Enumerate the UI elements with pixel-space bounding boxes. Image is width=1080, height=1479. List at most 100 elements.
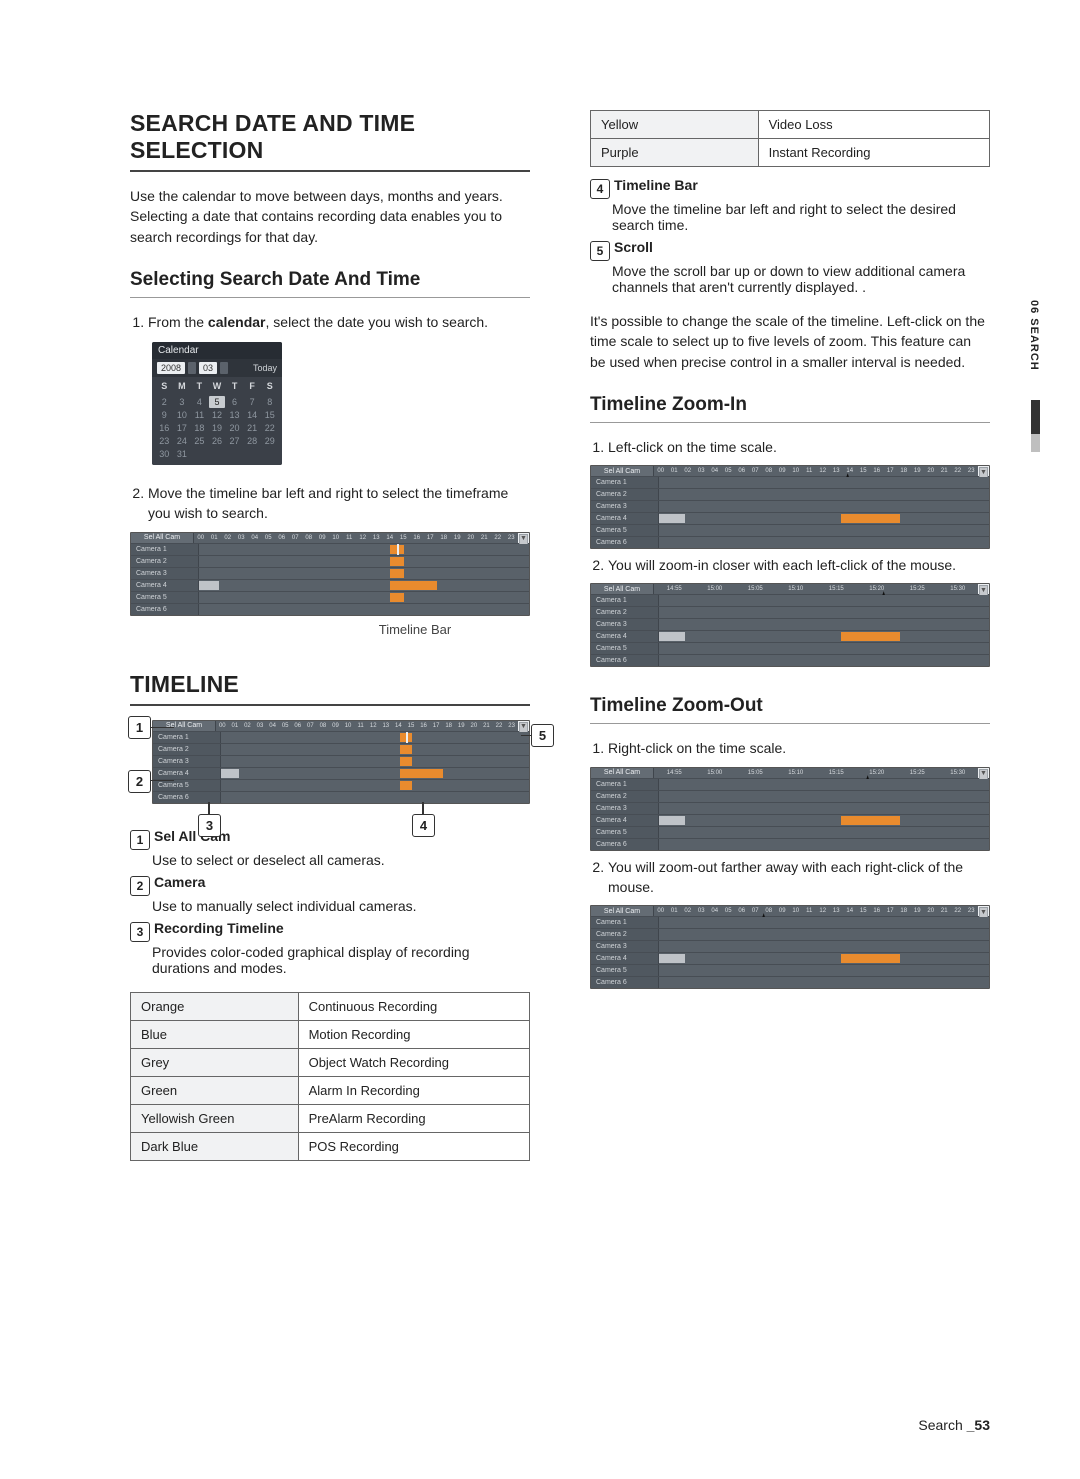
calendar-day[interactable]: 26	[209, 435, 226, 447]
sel-all-cam-button[interactable]: Sel All Cam	[591, 906, 654, 916]
camera-label[interactable]: Camera 2	[153, 744, 221, 755]
camera-label[interactable]: Camera 3	[131, 568, 199, 579]
month-spinner[interactable]	[220, 362, 228, 374]
calendar-day[interactable]: 24	[174, 435, 191, 447]
camera-label[interactable]: Camera 2	[131, 556, 199, 567]
calendar-day[interactable]: 5	[209, 396, 226, 408]
camera-label[interactable]: Camera 5	[153, 780, 221, 791]
timeline-track[interactable]	[659, 929, 989, 940]
timeline-track[interactable]	[221, 792, 529, 803]
calendar-day[interactable]: 19	[209, 422, 226, 434]
timeline-cursor[interactable]	[406, 732, 408, 743]
calendar-day[interactable]: 23	[156, 435, 173, 447]
scroll-down-icon[interactable]: ▼	[978, 908, 989, 916]
timeline-track[interactable]	[659, 525, 989, 536]
scrollbar[interactable]: ▲▼	[518, 533, 529, 543]
camera-label[interactable]: Camera 5	[591, 525, 659, 536]
camera-label[interactable]: Camera 4	[591, 513, 659, 524]
time-scale[interactable]: 0001020304050607080910111213141516171819…	[216, 721, 518, 731]
timeline-track[interactable]	[659, 827, 989, 838]
scroll-down-icon[interactable]: ▼	[978, 770, 989, 778]
time-scale[interactable]: 14:5515:0015:0515:1015:1515:2015:2515:30	[654, 584, 978, 594]
timeline-track[interactable]	[199, 592, 529, 603]
timeline-track[interactable]	[221, 780, 529, 791]
camera-label[interactable]: Camera 1	[131, 544, 199, 555]
camera-label[interactable]: Camera 4	[591, 631, 659, 642]
camera-label[interactable]: Camera 3	[153, 756, 221, 767]
timeline-track[interactable]	[199, 568, 529, 579]
timeline-track[interactable]	[659, 631, 989, 642]
camera-label[interactable]: Camera 4	[153, 768, 221, 779]
calendar-day[interactable]: 15	[261, 409, 278, 421]
calendar-day[interactable]: 28	[244, 435, 261, 447]
camera-label[interactable]: Camera 6	[591, 537, 659, 548]
camera-label[interactable]: Camera 4	[591, 815, 659, 826]
timeline-track[interactable]	[659, 513, 989, 524]
camera-label[interactable]: Camera 1	[591, 595, 659, 606]
calendar-month[interactable]: 03	[199, 362, 217, 374]
timeline-track[interactable]	[199, 604, 529, 615]
timeline-track[interactable]	[659, 839, 989, 850]
scrollbar[interactable]: ▲▼	[518, 721, 529, 731]
camera-label[interactable]: Camera 5	[591, 827, 659, 838]
camera-label[interactable]: Camera 2	[591, 489, 659, 500]
timeline-track[interactable]	[659, 815, 989, 826]
timeline-track[interactable]	[659, 501, 989, 512]
scroll-down-icon[interactable]: ▼	[978, 468, 989, 476]
scrollbar[interactable]: ▲▼	[978, 906, 989, 916]
sel-all-cam-button[interactable]: Sel All Cam	[131, 533, 194, 543]
timeline-track[interactable]	[199, 556, 529, 567]
timeline-track[interactable]	[659, 655, 989, 666]
calendar-day[interactable]: 16	[156, 422, 173, 434]
calendar-widget[interactable]: Calendar 2008 03 Today SMTWTFS2345678910…	[152, 342, 282, 465]
scroll-down-icon[interactable]: ▼	[518, 535, 529, 543]
calendar-day[interactable]: 10	[174, 409, 191, 421]
timeline[interactable]: Sel All Cam00010203040506070809101112131…	[590, 905, 990, 989]
camera-label[interactable]: Camera 1	[153, 732, 221, 743]
timeline-track[interactable]	[659, 965, 989, 976]
calendar-day[interactable]: 9	[156, 409, 173, 421]
timeline-track[interactable]	[221, 756, 529, 767]
camera-label[interactable]: Camera 5	[131, 592, 199, 603]
timeline-track[interactable]	[659, 489, 989, 500]
calendar-day[interactable]: 25	[191, 435, 208, 447]
timeline-track[interactable]	[221, 744, 529, 755]
timeline[interactable]: Sel All Cam00010203040506070809101112131…	[590, 465, 990, 549]
timeline-track[interactable]	[221, 732, 529, 743]
camera-label[interactable]: Camera 4	[591, 953, 659, 964]
calendar-day[interactable]: 29	[261, 435, 278, 447]
camera-label[interactable]: Camera 1	[591, 917, 659, 928]
timeline-track[interactable]	[199, 580, 529, 591]
camera-label[interactable]: Camera 2	[591, 929, 659, 940]
calendar-day[interactable]: 4	[191, 396, 208, 408]
time-scale[interactable]: 0001020304050607080910111213141516171819…	[194, 533, 518, 543]
camera-label[interactable]: Camera 6	[153, 792, 221, 803]
sel-all-cam-button[interactable]: Sel All Cam	[153, 721, 216, 731]
camera-label[interactable]: Camera 2	[591, 791, 659, 802]
calendar-day[interactable]: 14	[244, 409, 261, 421]
today-button[interactable]: Today	[253, 363, 277, 373]
timeline-track[interactable]	[659, 791, 989, 802]
calendar-day[interactable]: 6	[226, 396, 243, 408]
timeline[interactable]: Sel All Cam14:5515:0015:0515:1015:1515:2…	[590, 767, 990, 851]
time-scale[interactable]: 0001020304050607080910111213141516171819…	[654, 906, 978, 916]
camera-label[interactable]: Camera 6	[131, 604, 199, 615]
calendar-day[interactable]: 8	[261, 396, 278, 408]
scrollbar[interactable]: ▲▼	[978, 768, 989, 778]
calendar-day[interactable]: 7	[244, 396, 261, 408]
timeline[interactable]: Sel All Cam00010203040506070809101112131…	[130, 532, 530, 616]
timeline-cursor[interactable]	[397, 544, 399, 555]
camera-label[interactable]: Camera 5	[591, 643, 659, 654]
sel-all-cam-button[interactable]: Sel All Cam	[591, 768, 654, 778]
calendar-day[interactable]: 31	[174, 448, 191, 460]
timeline-track[interactable]	[659, 779, 989, 790]
calendar-day[interactable]: 2	[156, 396, 173, 408]
camera-label[interactable]: Camera 3	[591, 619, 659, 630]
timeline[interactable]: Sel All Cam14:5515:0015:0515:1015:1515:2…	[590, 583, 990, 667]
timeline-track[interactable]	[659, 917, 989, 928]
calendar-day[interactable]: 30	[156, 448, 173, 460]
calendar-day[interactable]: 11	[191, 409, 208, 421]
timeline-track[interactable]	[659, 803, 989, 814]
camera-label[interactable]: Camera 1	[591, 779, 659, 790]
timeline-track[interactable]	[659, 537, 989, 548]
